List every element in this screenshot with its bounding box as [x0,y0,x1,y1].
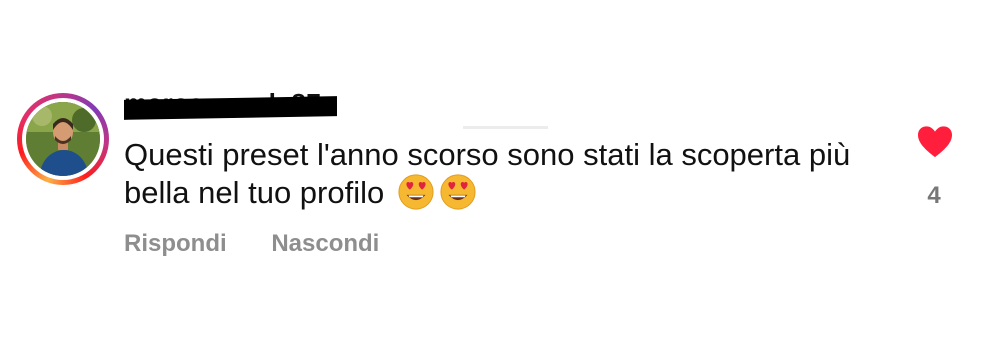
comment: marco_verde87 Questi preset l'anno scors… [0,0,1000,350]
comment-body: Questi preset l'anno scorso sono stati l… [124,136,904,214]
avatar-photo [26,102,100,176]
heart-eyes-emoji-icon [440,174,476,210]
avatar-story-ring[interactable] [17,93,109,185]
username-redaction-bar [124,96,337,120]
comment-actions: Rispondi Nascondi [124,230,379,258]
like-count: 4 [927,182,941,209]
avatar[interactable] [26,102,100,176]
hide-button[interactable]: Nascondi [271,230,379,258]
heart-eyes-emoji-icon [398,174,434,210]
heart-icon[interactable] [916,125,954,159]
reply-button[interactable]: Rispondi [124,230,227,258]
comment-text: Questi preset l'anno scorso sono stati l… [124,137,851,210]
divider-mark [463,126,548,129]
